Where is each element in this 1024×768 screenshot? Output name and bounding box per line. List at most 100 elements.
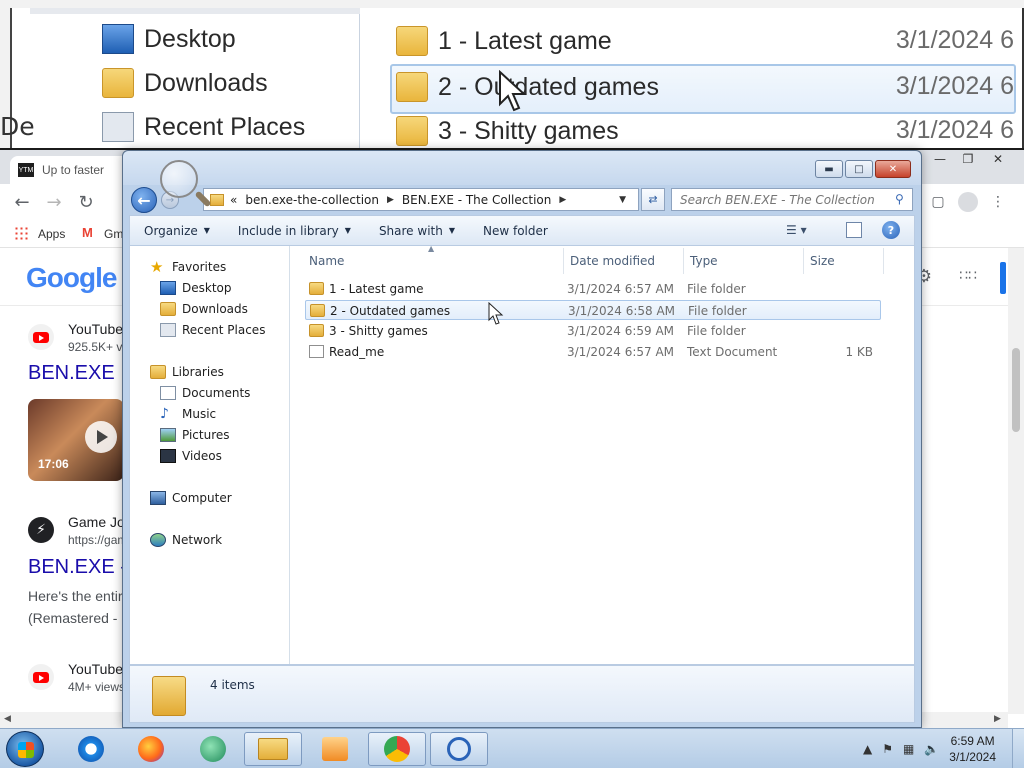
- video-duration: 17:06: [38, 457, 69, 471]
- nav-recent-places[interactable]: Recent Places: [160, 323, 265, 337]
- share-with-button[interactable]: Share with ▼: [365, 216, 469, 246]
- start-button[interactable]: [6, 731, 44, 767]
- file-row[interactable]: Read_me 3/1/2024 6:57 AM Text Document 1…: [305, 342, 881, 362]
- refresh-icon[interactable]: ⇄: [641, 188, 665, 211]
- nav-videos[interactable]: Videos: [160, 449, 222, 463]
- help-icon[interactable]: ?: [882, 221, 900, 239]
- taskbar-magnifier[interactable]: [430, 732, 488, 766]
- column-header-size[interactable]: Size: [810, 254, 835, 268]
- address-dropdown-icon[interactable]: ▼: [619, 195, 626, 205]
- scrollbar-thumb[interactable]: [1012, 348, 1020, 432]
- file-row-selected[interactable]: 2 - Outdated games 3/1/2024 6:58 AM File…: [305, 300, 881, 320]
- show-desktop-button[interactable]: [1012, 729, 1024, 768]
- column-divider[interactable]: [563, 248, 564, 274]
- address-bar[interactable]: « ben.exe-the-collection ▶ BEN.EXE - The…: [203, 188, 639, 211]
- file-row[interactable]: 3 - Shitty games 3/1/2024 6:59 AM File f…: [305, 321, 881, 341]
- scroll-right-icon[interactable]: ▶: [994, 714, 1001, 724]
- taskbar-chrome[interactable]: [368, 732, 426, 766]
- breadcrumb-parent[interactable]: ben.exe-the-collection: [245, 193, 379, 207]
- breadcrumb-arrow-icon[interactable]: ▶: [559, 195, 566, 205]
- include-in-library-button[interactable]: Include in library ▼: [224, 216, 365, 246]
- taskbar-firefox[interactable]: [122, 732, 180, 766]
- nav-documents[interactable]: Documents: [160, 386, 250, 400]
- column-header-name[interactable]: Name: [309, 254, 344, 268]
- chat-bubble-icon: [200, 736, 226, 762]
- breadcrumb-current[interactable]: BEN.EXE - The Collection: [402, 193, 551, 207]
- taskbar-clock[interactable]: 6:59 AM 3/1/2024: [949, 733, 996, 765]
- browser-back-icon[interactable]: ←: [12, 192, 32, 213]
- explorer-maximize-button[interactable]: □: [845, 160, 873, 178]
- explorer-title-bar[interactable]: ▬ □ ✕: [123, 151, 921, 185]
- file-list-pane: ▲ Name Date modified Type Size 1 - Lates…: [291, 244, 915, 664]
- explorer-close-button[interactable]: ✕: [875, 160, 911, 178]
- profile-avatar-icon[interactable]: [958, 192, 978, 212]
- browser-tab[interactable]: YTM Up to faster: [10, 156, 130, 184]
- browser-menu-icon[interactable]: ⋮: [988, 192, 1008, 212]
- video-thumbnail[interactable]: 17:06: [28, 399, 124, 481]
- file-row[interactable]: 1 - Latest game 3/1/2024 6:57 AM File fo…: [305, 279, 881, 299]
- taskbar-internet-explorer[interactable]: [62, 732, 120, 766]
- breadcrumb-overflow[interactable]: «: [230, 193, 237, 207]
- breadcrumb-arrow-icon[interactable]: ▶: [387, 195, 394, 205]
- search-icon[interactable]: ⚲: [895, 192, 904, 206]
- nav-network[interactable]: Network: [150, 533, 222, 547]
- back-arrow-icon[interactable]: ←: [131, 187, 157, 213]
- browser-forward-icon[interactable]: →: [44, 192, 64, 213]
- column-header-date[interactable]: Date modified: [570, 254, 655, 268]
- zoom-file-row-2: 2 - Outdated games: [396, 72, 659, 102]
- recent-places-icon: [160, 323, 176, 337]
- navigation-pane: ★ Favorites Desktop Downloads Recent Pla…: [130, 246, 290, 664]
- browser-minimize-button[interactable]: —: [926, 150, 954, 168]
- action-center-flag-icon[interactable]: ⚑: [882, 742, 893, 756]
- bookmark-apps[interactable]: Apps: [38, 227, 65, 241]
- mouse-cursor-icon: [488, 302, 504, 325]
- desktop-icon: [160, 281, 176, 295]
- preview-pane-icon[interactable]: [846, 222, 862, 238]
- folder-icon: [396, 26, 428, 56]
- text-document-icon: [309, 345, 324, 358]
- column-divider[interactable]: [803, 248, 804, 274]
- tray-expand-icon[interactable]: ▲: [863, 742, 872, 756]
- browser-vertical-scrollbar[interactable]: [1008, 248, 1024, 714]
- bookmark-gmail[interactable]: Gm: [104, 227, 123, 241]
- view-options-icon[interactable]: ☰ ▾: [786, 223, 807, 237]
- organize-button[interactable]: Organize ▼: [130, 216, 224, 246]
- column-divider[interactable]: [683, 248, 684, 274]
- nav-favorites[interactable]: ★ Favorites: [150, 260, 227, 275]
- downloads-folder-icon: [160, 302, 176, 316]
- google-logo[interactable]: Google: [26, 262, 117, 294]
- result-2-title-link[interactable]: BEN.EXE -: [28, 556, 127, 579]
- column-header-type[interactable]: Type: [690, 254, 718, 268]
- zoom-nav-downloads: Downloads: [102, 68, 268, 98]
- explorer-minimize-button[interactable]: ▬: [815, 160, 843, 178]
- search-input[interactable]: [671, 188, 913, 211]
- taskbar-chat-app[interactable]: [184, 732, 242, 766]
- nav-desktop-label: Desktop: [182, 281, 232, 295]
- new-folder-button[interactable]: New folder: [469, 216, 562, 246]
- recent-places-icon: [102, 112, 134, 142]
- magnifier-icon[interactable]: [160, 160, 198, 198]
- nav-computer[interactable]: Computer: [150, 491, 232, 505]
- google-apps-icon[interactable]: ∷∷: [958, 266, 978, 286]
- sign-in-button-edge[interactable]: [1000, 262, 1006, 294]
- zoom-nav-recent-label: Recent Places: [144, 112, 306, 141]
- column-divider[interactable]: [883, 248, 884, 274]
- nav-desktop[interactable]: Desktop: [160, 281, 232, 295]
- nav-pictures[interactable]: Pictures: [160, 428, 230, 442]
- nav-favorites-label: Favorites: [172, 260, 227, 274]
- nav-music[interactable]: ♪ Music: [160, 407, 216, 421]
- nav-downloads[interactable]: Downloads: [160, 302, 248, 316]
- browser-close-button[interactable]: ✕: [984, 150, 1012, 168]
- network-tray-icon[interactable]: ▦: [903, 742, 914, 756]
- side-panel-icon[interactable]: ▢: [928, 192, 948, 212]
- nav-libraries[interactable]: Libraries: [150, 365, 224, 379]
- volume-muted-icon[interactable]: 🔈: [924, 742, 939, 756]
- browser-reload-icon[interactable]: ↻: [76, 192, 96, 213]
- taskbar-media-player[interactable]: [306, 732, 364, 766]
- taskbar-explorer[interactable]: [244, 732, 302, 766]
- result-2-snippet-2: (Remastered -: [28, 610, 118, 626]
- scroll-left-icon[interactable]: ◀: [4, 714, 11, 724]
- zoom-topbar: [30, 8, 360, 14]
- browser-restore-button[interactable]: ❐: [954, 150, 982, 168]
- result-1-title-link[interactable]: BEN.EXE: [28, 362, 115, 385]
